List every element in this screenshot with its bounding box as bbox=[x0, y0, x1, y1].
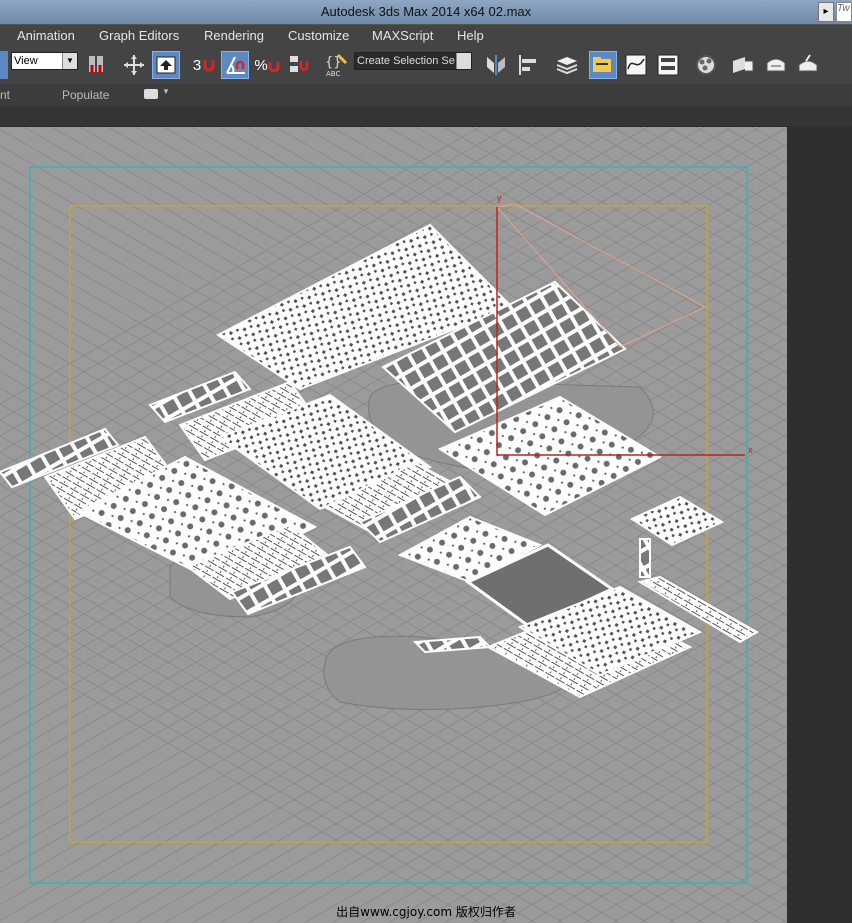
chevron-down-icon[interactable]: ▼ bbox=[162, 87, 170, 96]
scene-explorer-icon[interactable] bbox=[589, 51, 617, 79]
align-icon[interactable] bbox=[514, 51, 542, 79]
perspective-viewport[interactable]: y x bbox=[0, 127, 787, 923]
menu-graph-editors[interactable]: Graph Editors bbox=[99, 28, 179, 43]
named-selection-set-value: Create Selection Se bbox=[357, 55, 455, 67]
menu-maxscript[interactable]: MAXScript bbox=[372, 28, 433, 43]
angle-snap-icon[interactable] bbox=[221, 51, 249, 79]
spinner-snap-icon[interactable] bbox=[285, 51, 313, 79]
percent-snap-label: % bbox=[254, 56, 268, 74]
grid-line bbox=[779, 127, 787, 132]
render-setup-icon[interactable] bbox=[730, 51, 758, 79]
render-production-icon[interactable] bbox=[794, 51, 822, 79]
snap-3d-label: 3 bbox=[192, 56, 202, 74]
curve-editor-icon[interactable] bbox=[622, 51, 650, 79]
menu-customize[interactable]: Customize bbox=[288, 28, 349, 43]
expand-arrow-icon[interactable]: ▸ bbox=[818, 2, 834, 22]
rendered-frame-window-icon[interactable] bbox=[762, 51, 790, 79]
gizmo-x-label: x bbox=[748, 445, 753, 455]
mesh-tile-post[interactable] bbox=[639, 538, 651, 578]
svg-text:ABC: ABC bbox=[326, 70, 340, 78]
gizmo-y-label: y bbox=[497, 193, 502, 203]
ribbon-bar: nt Populate ▼ bbox=[0, 84, 852, 107]
keyboard-shortcut-override-icon[interactable] bbox=[152, 51, 180, 79]
layer-manager-icon[interactable] bbox=[553, 51, 581, 79]
named-selection-set-select[interactable]: Create Selection Se ▼ bbox=[354, 52, 472, 70]
reference-coordinate-value: View bbox=[14, 55, 38, 67]
reference-coordinate-select[interactable]: View ▼ bbox=[11, 52, 78, 70]
pivot-center-icon[interactable] bbox=[82, 51, 110, 79]
mirror-icon[interactable] bbox=[482, 51, 510, 79]
viewport-canvas[interactable]: y x bbox=[0, 127, 787, 923]
menu-help[interactable]: Help bbox=[457, 28, 484, 43]
ribbon-toggle-icon[interactable] bbox=[144, 89, 158, 99]
chevron-down-icon[interactable]: ▼ bbox=[62, 53, 77, 69]
schematic-view-icon[interactable] bbox=[654, 51, 682, 79]
window-title: Autodesk 3ds Max 2014 x64 02.max bbox=[320, 4, 532, 19]
chevron-down-icon[interactable]: ▼ bbox=[456, 53, 471, 69]
menu-rendering[interactable]: Rendering bbox=[204, 28, 264, 43]
edit-named-selection-icon[interactable]: {} ABC bbox=[322, 51, 350, 79]
ribbon-left-label[interactable]: nt bbox=[0, 88, 10, 102]
snap-toggle-icon[interactable]: 3 bbox=[190, 51, 218, 79]
menu-animation[interactable]: Animation bbox=[17, 28, 75, 43]
material-editor-icon[interactable] bbox=[692, 51, 720, 79]
menu-bar: Animation Graph Editors Rendering Custom… bbox=[0, 24, 852, 47]
percent-snap-icon[interactable]: % bbox=[253, 51, 281, 79]
command-panel[interactable] bbox=[787, 127, 852, 923]
tab-populate[interactable]: Populate bbox=[62, 88, 109, 102]
ribbon-panel-strip bbox=[0, 106, 852, 126]
watermark-text: 出自www.cgjoy.com 版权归作者 bbox=[336, 905, 516, 919]
selection-filter-icon[interactable] bbox=[0, 51, 8, 79]
search-box[interactable]: Tw bbox=[836, 2, 852, 22]
grid-line bbox=[779, 918, 787, 923]
select-manipulate-icon[interactable] bbox=[120, 51, 148, 79]
main-toolbar: View ▼ 3 % {} ABC Create Selection Se ▼ bbox=[0, 46, 852, 85]
title-bar: Autodesk 3ds Max 2014 x64 02.max ▸ Tw bbox=[0, 0, 852, 24]
